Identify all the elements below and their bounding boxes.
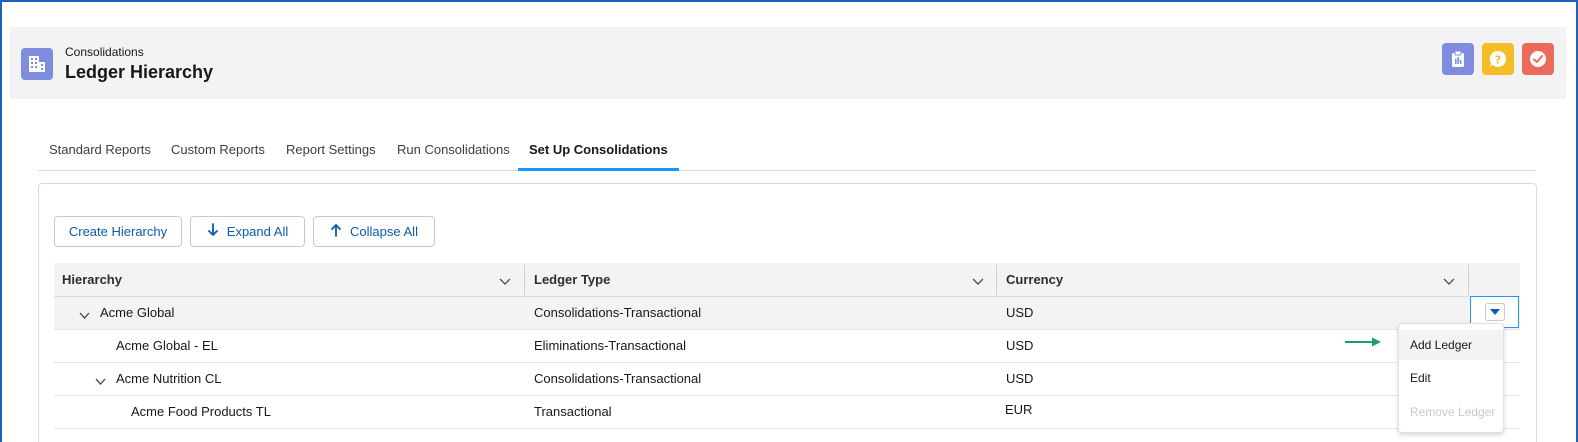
column-header-hierarchy[interactable]: Hierarchy xyxy=(54,263,524,297)
table-row[interactable]: Acme Food Products TL Transactional EUR xyxy=(54,396,1520,429)
hierarchy-name: Acme Global xyxy=(100,305,175,320)
row-actions-trigger[interactable] xyxy=(1484,303,1505,321)
page-title: Ledger Hierarchy xyxy=(65,62,214,82)
table-row[interactable]: Acme Global - EL Eliminations-Transactio… xyxy=(54,330,1520,363)
check-circle-icon[interactable] xyxy=(1522,43,1554,75)
create-hierarchy-button[interactable]: Create Hierarchy xyxy=(54,216,182,247)
create-hierarchy-label: Create Hierarchy xyxy=(68,224,168,239)
ledger-type: Consolidations-Transactional xyxy=(534,305,702,320)
column-header-ledger-type[interactable]: Ledger Type xyxy=(526,263,996,297)
arrow-down-icon xyxy=(207,223,219,240)
top-band xyxy=(2,2,1576,26)
expand-all-label: Expand All xyxy=(226,224,289,239)
hierarchy-name: Acme Global - EL xyxy=(116,338,218,353)
tab-run-consolidations[interactable]: Run Consolidations xyxy=(386,131,521,170)
chevron-down-icon[interactable] xyxy=(499,274,511,292)
currency: USD xyxy=(1006,371,1034,386)
column-divider[interactable] xyxy=(996,265,997,295)
ledger-type: Transactional xyxy=(534,404,612,419)
building-icon xyxy=(21,48,53,80)
menu-item-add-ledger[interactable]: Add Ledger xyxy=(1399,330,1503,360)
currency: EUR xyxy=(1005,402,1033,417)
column-divider[interactable] xyxy=(524,265,525,295)
menu-item-edit[interactable]: Edit xyxy=(1399,363,1503,393)
column-header-currency[interactable]: Currency xyxy=(998,263,1468,297)
collapse-all-button[interactable]: Collapse All xyxy=(313,216,435,247)
arrow-up-icon xyxy=(330,223,342,240)
chevron-down-icon[interactable] xyxy=(1443,274,1455,292)
tab-custom-reports[interactable]: Custom Reports xyxy=(160,131,276,170)
ledger-type: Consolidations-Transactional xyxy=(534,371,702,386)
hierarchy-name: Acme Food Products TL xyxy=(131,404,271,419)
chevron-down-icon[interactable] xyxy=(972,274,984,292)
chevron-down-icon[interactable] xyxy=(79,309,90,324)
ledger-type: Eliminations-Transactional xyxy=(534,338,686,353)
currency: USD xyxy=(1006,305,1034,320)
currency: USD xyxy=(1006,338,1034,353)
tab-standard-reports[interactable]: Standard Reports xyxy=(38,131,162,170)
help-icon[interactable]: ? xyxy=(1482,43,1514,75)
table-row[interactable]: Acme Nutrition CL Consolidations-Transac… xyxy=(54,363,1520,396)
hierarchy-name: Acme Nutrition CL xyxy=(116,371,222,386)
table-row[interactable]: Acme Global Consolidations-Transactional… xyxy=(54,297,1520,330)
menu-item-remove-ledger: Remove Ledger xyxy=(1410,405,1496,419)
page-subtitle: Consolidations xyxy=(65,45,144,59)
column-divider[interactable] xyxy=(1468,265,1469,295)
chevron-down-icon[interactable] xyxy=(95,375,106,390)
clipboard-icon[interactable] xyxy=(1442,43,1474,75)
collapse-all-label: Collapse All xyxy=(350,224,418,239)
tab-set-up-consolidations[interactable]: Set Up Consolidations xyxy=(518,131,679,171)
caret-down-icon xyxy=(1489,309,1500,315)
tab-bar: Standard Reports Custom Reports Report S… xyxy=(38,131,1536,171)
expand-all-button[interactable]: Expand All xyxy=(190,216,305,247)
page-header: Consolidations Ledger Hierarchy ? xyxy=(10,27,1566,99)
arrow-right-icon xyxy=(1345,337,1381,347)
row-actions-menu: Add Ledger Edit Remove Ledger xyxy=(1398,323,1504,433)
hierarchy-tree-grid: Hierarchy Ledger Type Currency Acme Glob… xyxy=(54,263,1520,429)
svg-text:?: ? xyxy=(1495,54,1501,67)
table-header: Hierarchy Ledger Type Currency xyxy=(54,263,1520,297)
tab-report-settings[interactable]: Report Settings xyxy=(275,131,387,170)
